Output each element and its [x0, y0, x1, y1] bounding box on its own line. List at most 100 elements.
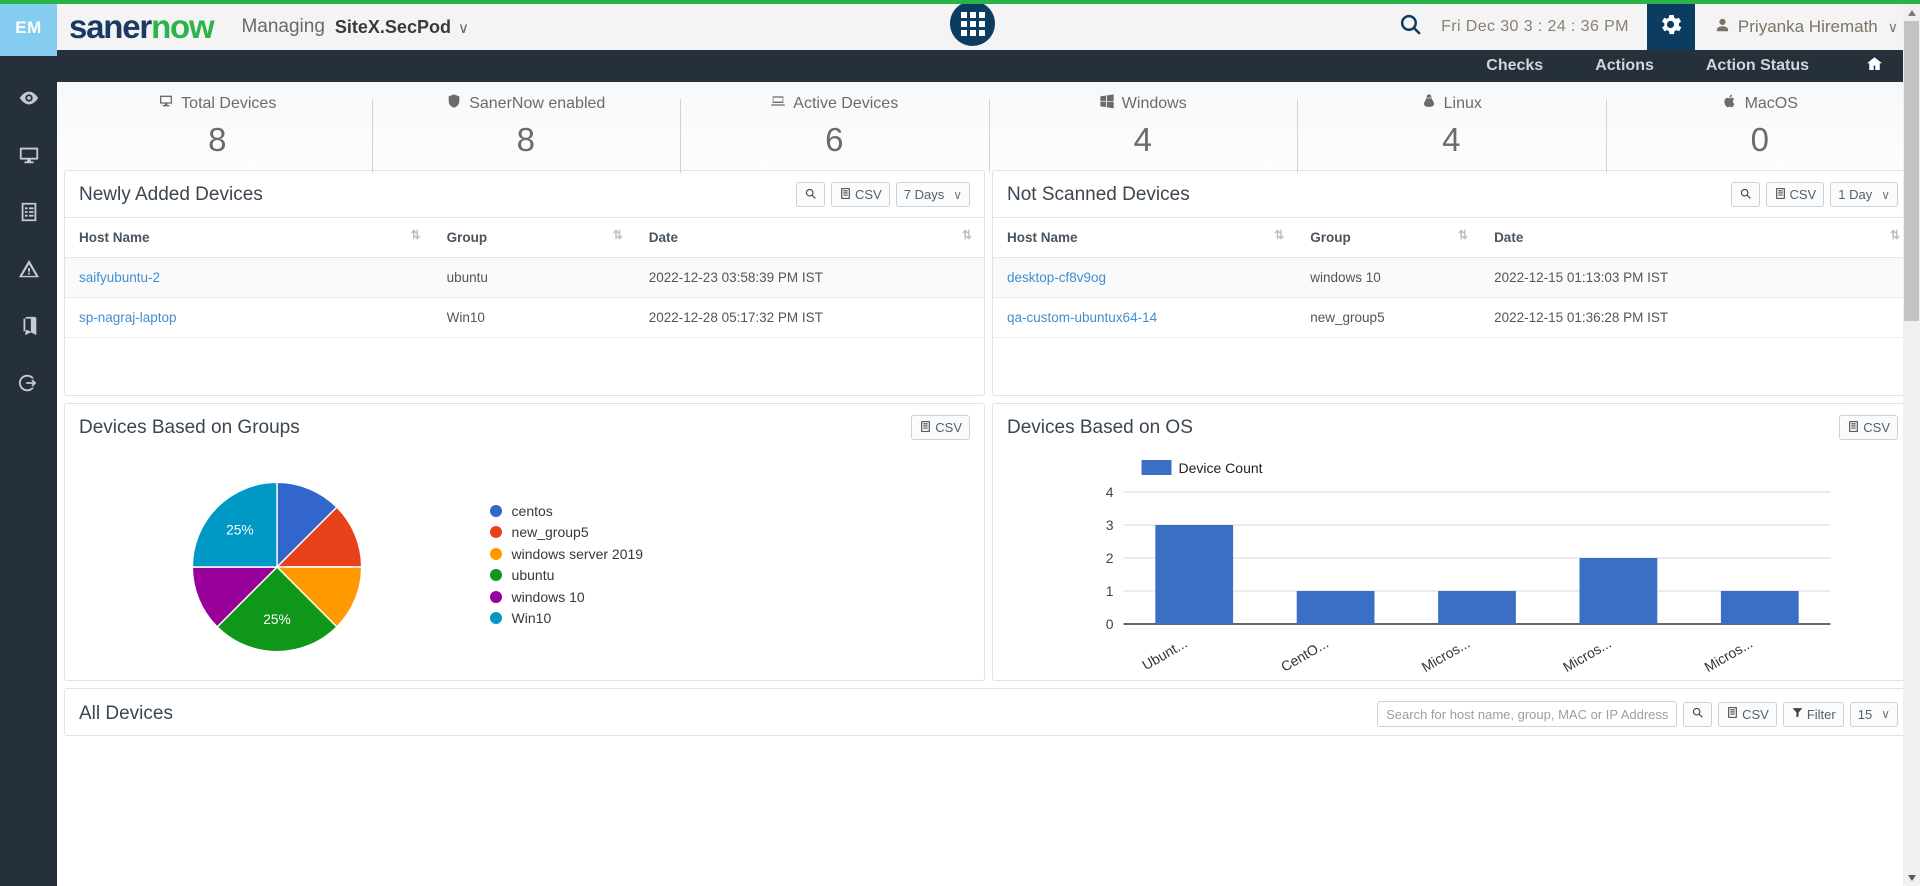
- shield-icon: [446, 93, 462, 114]
- legend-item[interactable]: Win10: [489, 610, 974, 626]
- cell-date: 2022-12-15 01:13:03 PM IST: [1480, 257, 1912, 298]
- time-range-dropdown[interactable]: 7 Days ∨: [895, 182, 970, 207]
- sidebar-item-reports[interactable]: [0, 186, 57, 243]
- device-link[interactable]: sp-nagraj-laptop: [79, 310, 177, 325]
- column-label: Group: [446, 230, 488, 245]
- device-link[interactable]: qa-custom-ubuntux64-14: [1007, 310, 1157, 325]
- cell-group: Win10: [432, 297, 635, 338]
- csv-export-button[interactable]: CSV: [1839, 415, 1898, 440]
- time-range-dropdown[interactable]: 1 Day ∨: [1830, 182, 1898, 207]
- bar-chart: Device Count 0 1 2 3 4 Ubunt... CentO... Micros.…: [1003, 454, 1902, 680]
- all-devices-row: All Devices CSV Filter: [57, 688, 1920, 736]
- csv-export-button[interactable]: CSV: [1718, 701, 1777, 727]
- search-button[interactable]: [796, 182, 825, 207]
- scroll-up-button[interactable]: [1903, 4, 1920, 21]
- sidebar-item-visibility[interactable]: [0, 72, 57, 129]
- csv-icon: [839, 187, 852, 203]
- legend-item[interactable]: ubuntu: [489, 567, 974, 583]
- stat-sanernow-enabled: SanerNow enabled 8: [371, 93, 681, 173]
- panel-header: Devices Based on OS CSV: [993, 404, 1912, 450]
- panel-title: Devices Based on OS: [1007, 416, 1193, 438]
- legend-label: Device Count: [1179, 460, 1263, 476]
- bar[interactable]: [1579, 558, 1658, 624]
- pie-chart-svg[interactable]: 25% 25%: [185, 475, 369, 659]
- sidebar-item-logout[interactable]: [0, 357, 57, 414]
- page-scrollbar[interactable]: [1903, 4, 1920, 886]
- gear-icon: [1657, 11, 1684, 43]
- device-link[interactable]: saifyubuntu-2: [79, 270, 160, 285]
- panel-title: Not Scanned Devices: [1007, 183, 1190, 205]
- csv-label: CSV: [1789, 187, 1817, 202]
- stat-label: Windows: [1121, 94, 1187, 112]
- csv-export-button[interactable]: CSV: [831, 182, 890, 207]
- bar[interactable]: [1155, 525, 1234, 624]
- filter-button[interactable]: Filter: [1782, 701, 1844, 727]
- legend-item[interactable]: new_group5: [489, 524, 974, 540]
- table-row: desktop-cf8v9og windows 10 2022-12-15 01…: [993, 257, 1912, 298]
- settings-button[interactable]: [1646, 4, 1695, 50]
- search-button[interactable]: [1730, 182, 1760, 207]
- app-logo[interactable]: sanernow: [69, 8, 215, 46]
- bar-chart-svg[interactable]: Device Count 0 1 2 3 4 Ubunt... CentO... Micros.…: [1009, 454, 1902, 679]
- y-axis-tick-label: 0: [1106, 616, 1114, 632]
- apps-grid-button[interactable]: [950, 1, 995, 46]
- nav-item-checks[interactable]: Checks: [1486, 57, 1543, 75]
- filter-icon: [1791, 706, 1804, 722]
- stat-value: 4: [1133, 121, 1152, 158]
- csv-export-button[interactable]: CSV: [911, 415, 970, 440]
- csv-export-button[interactable]: CSV: [1765, 182, 1825, 207]
- logo-part-now: now: [151, 8, 215, 45]
- legend-color-dot: [489, 612, 502, 624]
- report-list-icon: [18, 201, 40, 228]
- legend-item[interactable]: windows server 2019: [489, 546, 974, 562]
- cell-group: new_group5: [1296, 297, 1481, 338]
- column-host-name[interactable]: Host Name ⇅: [993, 217, 1297, 258]
- pie-slice-label: 25%: [226, 522, 254, 537]
- bar[interactable]: [1438, 591, 1516, 624]
- page-size-dropdown[interactable]: 15 ∨: [1849, 701, 1898, 727]
- bar[interactable]: [1720, 591, 1799, 624]
- panel-title: Newly Added Devices: [79, 183, 263, 205]
- sidebar-item-alerts[interactable]: [0, 243, 57, 300]
- site-selector[interactable]: SiteX.SecPod ∨: [335, 17, 469, 38]
- chevron-down-icon: ∨: [457, 19, 469, 37]
- site-name: SiteX.SecPod: [334, 16, 451, 37]
- nav-item-home[interactable]: [1865, 55, 1884, 78]
- search-input-wrapper[interactable]: [1377, 701, 1678, 727]
- column-date[interactable]: Date ⇅: [1480, 217, 1912, 258]
- global-search-button[interactable]: [1398, 12, 1423, 42]
- module-badge-em: EM: [0, 0, 57, 56]
- newly-added-devices-panel: Newly Added Devices CSV 7 Days ∨ Host Na…: [64, 170, 985, 396]
- bar[interactable]: [1296, 591, 1375, 624]
- filter-label: Filter: [1806, 706, 1836, 722]
- panel-toolbar: CSV 7 Days ∨: [796, 182, 970, 207]
- scroll-down-button[interactable]: [1903, 869, 1920, 886]
- scrollbar-thumb[interactable]: [1904, 21, 1919, 321]
- stat-label: Total Devices: [181, 94, 277, 112]
- brand-accent-strip: [0, 0, 1920, 4]
- legend-item[interactable]: centos: [489, 502, 974, 519]
- legend-color-dot: [489, 569, 502, 581]
- sidebar-icon-list: [0, 56, 57, 414]
- legend-label: centos: [511, 502, 553, 519]
- sidebar-item-knowledge[interactable]: [0, 300, 57, 357]
- column-host-name[interactable]: Host Name ⇅: [65, 217, 433, 258]
- panel-header: Devices Based on Groups CSV: [65, 404, 984, 450]
- csv-icon: [1726, 706, 1739, 722]
- user-menu[interactable]: Priyanka Hiremath ∨: [1715, 17, 1898, 38]
- column-group[interactable]: Group ⇅: [432, 217, 635, 258]
- nav-item-actions[interactable]: Actions: [1595, 57, 1654, 75]
- device-link[interactable]: desktop-cf8v9og: [1007, 270, 1106, 285]
- legend-item[interactable]: windows 10: [489, 589, 974, 605]
- legend-label: Win10: [511, 610, 552, 626]
- sidebar-item-devices[interactable]: [0, 129, 57, 186]
- search-input[interactable]: [1378, 706, 1677, 722]
- column-date[interactable]: Date ⇅: [634, 217, 984, 258]
- logo-part-saner: saner: [69, 8, 152, 45]
- search-icon: [1739, 187, 1752, 203]
- search-button[interactable]: [1683, 701, 1713, 727]
- column-group[interactable]: Group ⇅: [1296, 217, 1481, 258]
- nav-item-action-status[interactable]: Action Status: [1706, 57, 1809, 75]
- chevron-down-icon: ∨: [1881, 187, 1890, 202]
- legend-color-dot: [489, 590, 502, 603]
